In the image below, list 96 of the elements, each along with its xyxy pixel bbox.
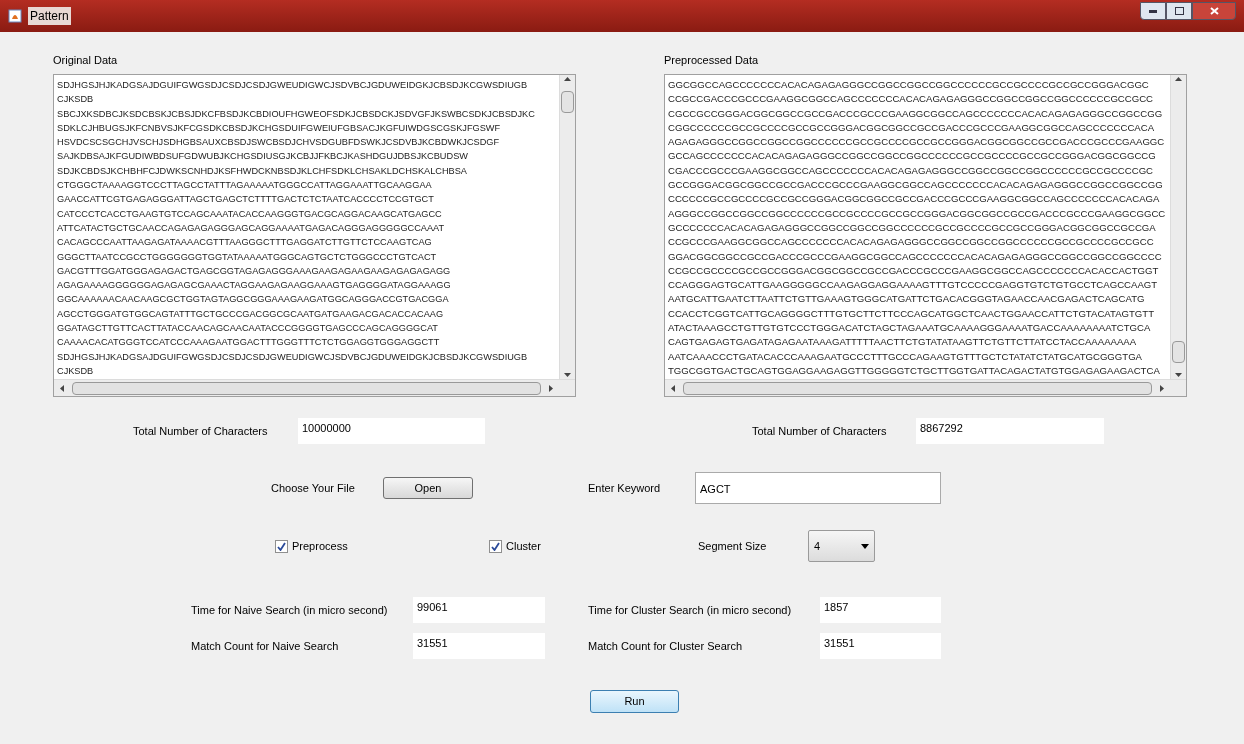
text-line: AGAGAGGGCCGGCCGGCCGGCCCCCCGCCGCCCCGCCGCCGGGACGGCGGCCGCCGACCCGCCCGAAGGC [668, 135, 1165, 150]
text-line: CAGTGAGAGTGAGATAGAGAATAAAGATTTTTAACTTCTGTATATAAGTTCTGTTCTTATCCTACCAAAAAAAA [668, 335, 1137, 350]
text-line: AATGCATTGAATCTTAATTCTGTTGAAAGTGGGCATGATTCTGACACGGGTAGAACCAACGAGACTCAGCATG [668, 292, 1145, 307]
pane-label: Original Data [53, 53, 119, 68]
text-field[interactable]: AGCT [695, 472, 941, 504]
left-arrow-icon[interactable] [60, 384, 64, 392]
text-line: GGACGGCGGCCGCCGACCCGCCCGAAGGCGGCCAGCCCCCCCACACAGAGAGGGCCGGCCGGCCGGCCCC [668, 249, 1162, 264]
text-line: AATCAAACCCTGATACACCCAAAGAATGCCCTTTGCCCAGAAGTGTTTGCTCTATATCTATGCATGCGGGTGA [668, 349, 1142, 364]
field-label: Enter Keyword [588, 480, 662, 496]
vertical-scrollbar[interactable] [559, 75, 575, 379]
close-icon[interactable] [1209, 7, 1219, 15]
text-field[interactable]: 31551 [413, 633, 545, 659]
vertical-scrollbar[interactable] [1170, 75, 1186, 379]
up-arrow-icon[interactable] [564, 77, 571, 81]
text-line: CGGCCCCCCGCCGCCCCGCCGCCGGGACGGCGGCCGCCGACCCGCCCGAAGGCGGCCAGCCCCCCCACA [668, 120, 1155, 135]
text-line: CCGCCGCCCCGCCGCCGGGACGGCGGCCGCCGACCCGCCCGAAGGCGGCCAGCCCCCCCACACCACTGGT [668, 263, 1159, 278]
horizontal-scrollbar[interactable] [54, 379, 575, 396]
text-field[interactable]: 1857 [820, 597, 941, 623]
text-field[interactable]: 99061 [413, 597, 545, 623]
scroll-thumb[interactable] [72, 381, 541, 395]
checkbox-label: Preprocess [292, 538, 348, 554]
text-line: CCCCCCGCCGCCCCGCCGCCGGGACGGCGGCCGCCGACCCGCCCGAAGGCGGCCAGCCCCCCCACACAGA [668, 192, 1160, 207]
minimize-button[interactable] [1140, 2, 1166, 20]
text-line: SDKLCJHBUGSJKFCNBVSJKFCGSDKCBSDJKCHGSDUIFGWEIUFGBSACJKGFUIWDGSCGSKJFGSWF [57, 121, 501, 135]
text-line: CCACCTCGGTCATTGCAGGGGCTTTGTGCTTCTTCCCAGCATGGCTCAACTGGAACCATTCTGTACATAGTGTT [668, 306, 1155, 321]
text-line: CGCCGCCGGGACGGCGGCCGCCGACCCGCCCGAAGGCGGCCAGCCCCCCCACACAGAGAGGGCCGGCCGG [668, 106, 1163, 121]
scroll-thumb[interactable] [1172, 341, 1185, 363]
field-label: Segment Size [698, 538, 768, 554]
field-label: Total Number of Characters [133, 423, 269, 439]
text-line: CACAGCCCAATTAAGAGATAAAACGTTTAAGGGCTTTGAGGATCTTGTTCTCCAAGTCAG [57, 236, 432, 250]
field-label: Total Number of Characters [752, 423, 888, 439]
maximize-button[interactable] [1166, 2, 1192, 20]
field-label: Time for Cluster Search (in micro second) [588, 602, 793, 618]
text-line: AGGGCCGGCCGGCCGGCCCCCCGCCGCCCCGCCGCCGGGACGGCGGCCGCCGACCCGCCCGAAGGCGGCC [668, 206, 1166, 221]
close-button[interactable] [1192, 2, 1236, 20]
text-line: CGACCCGCCCGAAGGCGGCCAGCCCCCCCACACAGAGAGGGCCGGCCGGCCGGCCCCCCGCCGCCCCGC [668, 163, 1154, 178]
text-field[interactable]: 10000000 [298, 418, 485, 444]
checkbox-label: Cluster [506, 538, 541, 554]
horizontal-scrollbar[interactable] [665, 379, 1186, 396]
text-line: AGAGAAAAGGGGGGAGAGAGCGAAACTAGGAAGAGAAGGAAAGTGAGGGGATAGGAAAGG [57, 279, 451, 293]
right-arrow-icon[interactable] [1160, 384, 1164, 392]
text-line: GCCGGGACGGCGGCCGCCGACCCGCCCGAAGGCGGCCAGCCCCCCCACACAGAGAGGGCCGGCCGGCCGG [668, 178, 1163, 193]
left-arrow-icon[interactable] [671, 384, 675, 392]
text-line: CATCCCTCACCTGAAGTGTCCAGCAAATACACCAAGGGTGACGCAGGACAAGCATGAGCC [57, 207, 442, 221]
maximize-icon[interactable] [1174, 7, 1184, 15]
text-line: SDJHGSJHJKADGSAJDGUIFGWGSDJCSDJCSDJGWEUDIGWCJSDVBCJGDUWEIDGKJCBSDJKCGWSDIUGB [57, 350, 528, 364]
checkbox[interactable] [275, 539, 288, 553]
pane-label: Preprocessed Data [664, 53, 760, 68]
text-line: SBCJXKSDBCJKSDCBSKJCBSJDKCFBSDJKCBDIOUFHGWEOFSDKJCBSDCKJSDVGFJKSWBCSDKJCBSDJKC [57, 107, 535, 121]
text-line: SDJKCBDSJKCHBHFCJDWKSCNHDJKSFHWDCKNBSDJKLCHFSDKLCHSAKLDCHSKALCHBSA [57, 164, 467, 178]
text-line: SAJKDBSAJKFGUDIWBDSUFGDWUBJKCHGSDIUSGJKCBJJFKBCJKASHDGUJDBSJKCBUDSW [57, 150, 468, 164]
text-line: CJKSDB [57, 364, 94, 378]
app-icon [8, 9, 22, 23]
text-line: CTGGGCTAAAAGGTCCCTTAGCCTATTTAGAAAAATGGGCCATTAGGAAATTGCAAGGAA [57, 179, 432, 193]
open-button[interactable]: Open [383, 477, 473, 499]
text-line: GGCAAAAAACAACAAGCGCTGGTAGTAGGCGGGAAAGAAGATGGCAGGGACCGTGACGGA [57, 293, 449, 307]
text-line: ATACTAAAGCCTGTTGTGTCCCTGGGACATCTAGCTAGAAATGCAAAAGGGAAAATGACCAAAAAAAATCTGCA [668, 321, 1151, 336]
text-line: AGCCTGGGATGTGGCAGTATTTGCTGCCCGACGGCGCAATGATGAAGACGACACCACAAG [57, 307, 444, 321]
down-arrow-icon[interactable] [564, 373, 571, 377]
right-arrow-icon[interactable] [549, 384, 553, 392]
text-line: CCGCCGACCCGCCCGAAGGCGGCCAGCCCCCCCACACAGAGAGGGCCGGCCGGCCGGCCCCCCGCCGCC [668, 92, 1154, 107]
text-line: CCAGGGAGTGCATTGAAGGGGGCCAAGAGGAGGAAAAGTTTGTCCCCCGAGGTGTCTGTGCCTCAGCCAAGT [668, 278, 1158, 293]
text-line: GACGTTTGGATGGGAGAGACTGAGCGGTAGAGAGGGAAAGAAGAGAAGAAGAGAGAGAGG [57, 264, 451, 278]
window-title: Pattern [28, 7, 71, 25]
text-field[interactable]: 8867292 [916, 418, 1104, 444]
text-line: GGCGGCCAGCCCCCCCACACAGAGAGGGCCGGCCGGCCGGCCCCCCGCCGCCCCGCCGCCGGGACGGC [668, 78, 1149, 92]
text-line: ATTCATACTGCTGCAACCAGAGAGAGGGAGCAGGAAAATGAGACAGGGAGGGGGCCAAAT [57, 221, 445, 235]
text-area[interactable] [664, 74, 1187, 397]
checkbox[interactable] [489, 539, 502, 553]
text-line: CCGCCCGAAGGCGGCCAGCCCCCCCACACAGAGAGGGCCGGCCGGCCGGCCCCCCGCCGCCCCGCCGCC [668, 235, 1154, 250]
down-arrow-icon[interactable] [1175, 373, 1182, 377]
scroll-thumb[interactable] [561, 91, 574, 113]
text-line: HSVDCSCSGCHJVSCHJSDHGBSAUXCBSDJSWCBSDJCHVSDGUBFDSWKJCSDVBJKCBDWKJCSDGF [57, 136, 500, 150]
text-line: GGATAGCTTGTTCACTTATACCAACAGCAACAATACCCGGGGTGAGCCCAGCAGGGGCAT [57, 322, 438, 336]
segment-size-dropdown[interactable]: 4 [808, 530, 875, 562]
text-line: GAACCATTCGTGAGAGGGATTAGCTGAGCTCTTTTGACTCTCTAATCACCCCTCCGTGCT [57, 193, 434, 207]
text-area[interactable] [53, 74, 576, 397]
field-label: Time for Naive Search (in micro second) [191, 602, 389, 618]
text-line: CJKSDB [57, 93, 94, 107]
text-line: SDJHGSJHJKADGSAJDGUIFGWGSDJCSDJCSDJGWEUDIGWCJSDVBCJGDUWEIDGKJCBSDJKCGWSDIUGB [57, 79, 528, 92]
check-icon [277, 541, 286, 551]
text-line: GCCCCCCCACACAGAGAGGGCCGGCCGGCCGGCCCCCCGCCGCCCCGCCGCCGGGACGGCGGCCGCCGA [668, 220, 1156, 235]
text-line: TGGCGGTGACTGCAGTGGAGGAAGAGGTTGGGGGTCTGCTTGGTGATTACAGACTATGTGGAGAGAAGACTCA [668, 363, 1160, 378]
check-icon [491, 541, 500, 551]
text-field[interactable]: 31551 [820, 633, 941, 659]
minimize-icon[interactable] [1149, 9, 1157, 13]
field-label: Match Count for Cluster Search [588, 638, 744, 654]
field-label: Choose Your File [271, 480, 356, 496]
text-line: GGGCTTAATCCGCCTGGGGGGGTGGTATAAAAATGGGCAGTGCTCTGGGCCCTGTCACT [57, 250, 437, 264]
caret-icon [861, 543, 869, 549]
text-line: GCCAGCCCCCCCACACAGAGAGGGCCGGCCGGCCGGCCCCCCGCCGCCCCGCCGCCGGGACGGCGGCCG [668, 149, 1156, 164]
text-line: CAAAACACATGGGTCCATCCCAAAGAATGGACTTTGGGTTTCTCTGGAGGTGGGAGGCTT [57, 336, 440, 350]
up-arrow-icon[interactable] [1175, 77, 1182, 81]
scroll-thumb[interactable] [683, 381, 1152, 395]
run-button[interactable]: Run [590, 690, 679, 713]
field-label: Match Count for Naive Search [191, 638, 340, 654]
